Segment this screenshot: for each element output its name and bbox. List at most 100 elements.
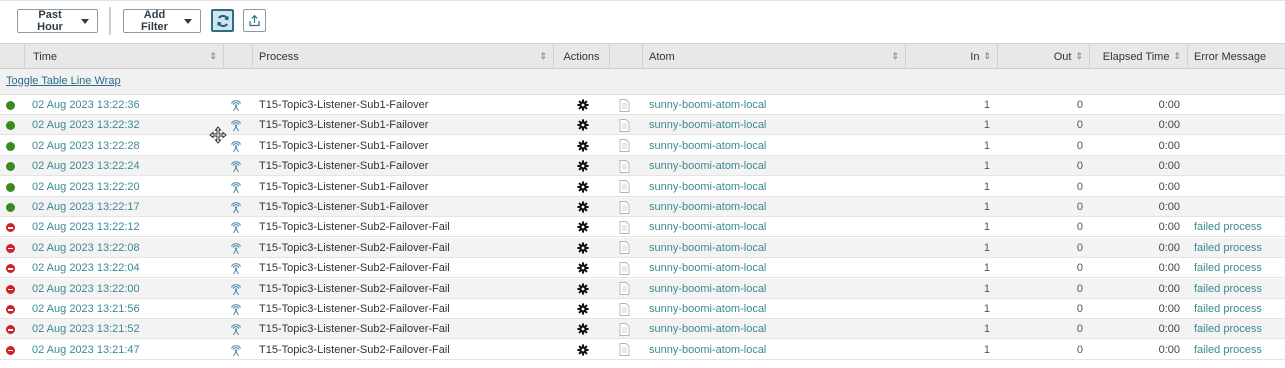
table-options-bar: Toggle Table Line Wrap — [0, 69, 1285, 95]
header-in-label: In — [970, 50, 980, 63]
atom-link[interactable]: sunny-boomi-atom-local — [649, 299, 766, 319]
error-message-link[interactable]: failed process — [1194, 319, 1262, 339]
execution-time-link[interactable]: 02 Aug 2023 13:21:47 — [32, 340, 140, 360]
table-row[interactable]: 02 Aug 2023 13:22:20 T15-Topic3-Listener-… — [0, 177, 1285, 197]
gear-icon[interactable] — [577, 340, 589, 360]
execution-time-link[interactable]: 02 Aug 2023 13:22:36 — [32, 95, 140, 115]
atom-link[interactable]: sunny-boomi-atom-local — [649, 95, 766, 115]
listener-icon — [229, 115, 243, 135]
listener-icon — [229, 217, 243, 237]
execution-time-link[interactable]: 02 Aug 2023 13:22:32 — [32, 115, 140, 135]
error-message-link[interactable]: failed process — [1194, 340, 1262, 360]
gear-icon[interactable] — [577, 115, 589, 135]
header-in[interactable]: In ⇕ — [906, 44, 998, 69]
document-icon[interactable] — [618, 340, 630, 360]
table-row[interactable]: 02 Aug 2023 13:22:28 T15-Topic3-Listener-… — [0, 136, 1285, 156]
atom-link[interactable]: sunny-boomi-atom-local — [649, 156, 766, 176]
table-row[interactable]: 02 Aug 2023 13:21:47 T15-Topic3-Listener-… — [0, 340, 1285, 360]
table-row[interactable]: 02 Aug 2023 13:22:36 T15-Topic3-Listener-… — [0, 95, 1285, 115]
table-row[interactable]: 02 Aug 2023 13:22:17 T15-Topic3-Listener-… — [0, 197, 1285, 217]
add-filter-button[interactable]: Add Filter — [123, 9, 201, 33]
atom-link[interactable]: sunny-boomi-atom-local — [649, 258, 766, 278]
document-icon[interactable] — [618, 197, 630, 217]
execution-time-link[interactable]: 02 Aug 2023 13:22:24 — [32, 156, 140, 176]
error-message-link[interactable]: failed process — [1194, 238, 1262, 258]
export-button[interactable] — [243, 9, 266, 32]
error-message-link[interactable]: failed process — [1194, 299, 1262, 319]
atom-link[interactable]: sunny-boomi-atom-local — [649, 136, 766, 156]
document-icon[interactable] — [618, 217, 630, 237]
execution-time-link[interactable]: 02 Aug 2023 13:22:12 — [32, 217, 140, 237]
atom-link[interactable]: sunny-boomi-atom-local — [649, 177, 766, 197]
document-icon[interactable] — [618, 319, 630, 339]
execution-time-link[interactable]: 02 Aug 2023 13:22:17 — [32, 197, 140, 217]
execution-time-link[interactable]: 02 Aug 2023 13:21:52 — [32, 319, 140, 339]
document-icon[interactable] — [618, 299, 630, 319]
atom-link[interactable]: sunny-boomi-atom-local — [649, 217, 766, 237]
process-name: T15-Topic3-Listener-Sub1-Failover — [259, 180, 429, 193]
gear-icon[interactable] — [577, 95, 589, 115]
error-status-icon — [6, 305, 15, 314]
elapsed-time: 0:00 — [1158, 160, 1180, 173]
execution-time-link[interactable]: 02 Aug 2023 13:22:00 — [32, 279, 140, 299]
header-actions-label: Actions — [563, 50, 600, 63]
process-name: T15-Topic3-Listener-Sub2-Failover-Fail — [259, 303, 450, 315]
document-icon[interactable] — [618, 279, 630, 299]
toolbar: Past Hour Add Filter — [0, 0, 1285, 42]
execution-time-link[interactable]: 02 Aug 2023 13:22:28 — [32, 136, 140, 156]
in-count: 1 — [983, 282, 990, 295]
document-icon[interactable] — [618, 156, 630, 176]
gear-icon[interactable] — [577, 217, 589, 237]
execution-time-link[interactable]: 02 Aug 2023 13:22:08 — [32, 238, 140, 258]
document-icon[interactable] — [618, 177, 630, 197]
document-icon[interactable] — [618, 136, 630, 156]
table-row[interactable]: 02 Aug 2023 13:22:24 T15-Topic3-Listener-… — [0, 156, 1285, 177]
atom-link[interactable]: sunny-boomi-atom-local — [649, 197, 766, 217]
error-status-icon — [6, 284, 15, 294]
atom-link[interactable]: sunny-boomi-atom-local — [649, 238, 766, 258]
header-elapsed[interactable]: Elapsed Time ⇕ — [1090, 44, 1188, 69]
gear-icon[interactable] — [577, 299, 589, 319]
document-icon[interactable] — [618, 238, 630, 258]
gear-icon[interactable] — [577, 238, 589, 258]
atom-link[interactable]: sunny-boomi-atom-local — [649, 340, 766, 360]
gear-icon[interactable] — [577, 197, 589, 217]
gear-icon[interactable] — [577, 319, 589, 339]
atom-link[interactable]: sunny-boomi-atom-local — [649, 115, 766, 135]
gear-icon[interactable] — [577, 156, 589, 176]
table-header: Time ⇕ Process ⇕ Actions Atom ⇕ In ⇕ Out… — [0, 43, 1285, 69]
atom-link[interactable]: sunny-boomi-atom-local — [649, 319, 766, 339]
header-atom[interactable]: Atom ⇕ — [643, 44, 906, 69]
table-row[interactable]: 02 Aug 2023 13:21:56 T15-Topic3-Listener-… — [0, 299, 1285, 319]
header-out[interactable]: Out ⇕ — [998, 44, 1090, 69]
toggle-line-wrap-link[interactable]: Toggle Table Line Wrap — [6, 75, 121, 87]
error-message-link[interactable]: failed process — [1194, 279, 1262, 299]
document-icon[interactable] — [618, 258, 630, 278]
execution-time-link[interactable]: 02 Aug 2023 13:22:20 — [32, 177, 140, 197]
execution-time-link[interactable]: 02 Aug 2023 13:22:04 — [32, 258, 140, 278]
time-range-dropdown[interactable]: Past Hour — [17, 9, 98, 33]
listener-icon — [229, 197, 243, 217]
elapsed-time: 0:00 — [1158, 241, 1180, 254]
error-message-link[interactable]: failed process — [1194, 258, 1262, 278]
header-time[interactable]: Time ⇕ — [25, 44, 224, 69]
table-row[interactable]: 02 Aug 2023 13:22:08 T15-Topic3-Listener-… — [0, 237, 1285, 258]
gear-icon[interactable] — [577, 258, 589, 278]
document-icon[interactable] — [618, 115, 630, 135]
error-message-link[interactable]: failed process — [1194, 217, 1262, 237]
header-process[interactable]: Process ⇕ — [253, 44, 554, 69]
table-row[interactable]: 02 Aug 2023 13:22:12 T15-Topic3-Listener-… — [0, 217, 1285, 238]
refresh-button[interactable] — [211, 9, 234, 32]
gear-icon[interactable] — [577, 177, 589, 197]
table-row[interactable]: 02 Aug 2023 13:21:52 T15-Topic3-Listener-… — [0, 319, 1285, 340]
atom-link[interactable]: sunny-boomi-atom-local — [649, 279, 766, 299]
header-error: Error Message — [1188, 44, 1285, 69]
execution-time-link[interactable]: 02 Aug 2023 13:21:56 — [32, 299, 140, 319]
gear-icon[interactable] — [577, 136, 589, 156]
table-row[interactable]: 02 Aug 2023 13:22:00 T15-Topic3-Listener-… — [0, 278, 1285, 299]
table-row[interactable]: 02 Aug 2023 13:22:04 T15-Topic3-Listener-… — [0, 258, 1285, 279]
document-icon[interactable] — [618, 95, 630, 115]
process-name: T15-Topic3-Listener-Sub2-Failover-Fail — [259, 282, 450, 295]
gear-icon[interactable] — [577, 279, 589, 299]
table-row[interactable]: 02 Aug 2023 13:22:32 T15-Topic3-Listener-… — [0, 115, 1285, 136]
